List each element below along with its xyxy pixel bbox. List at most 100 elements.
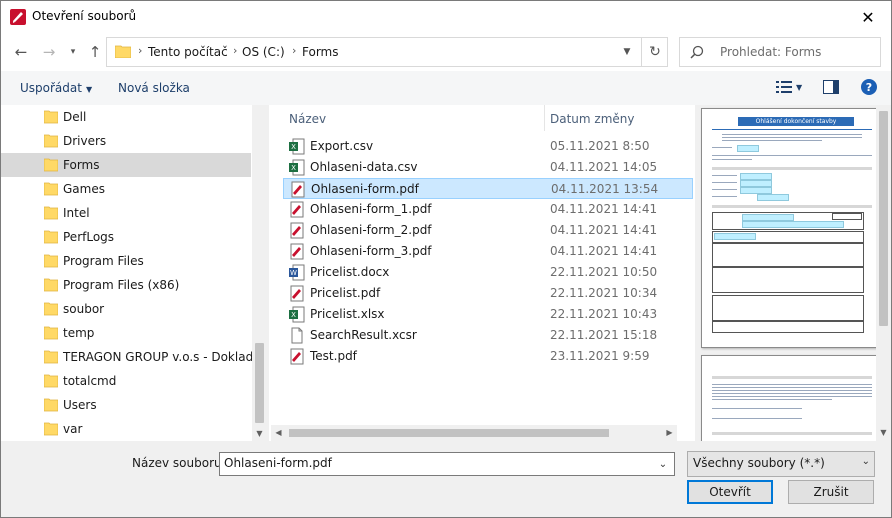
svg-text:X: X — [291, 311, 296, 319]
file-row[interactable]: X Export.csv 05.11.2021 8:50 — [283, 136, 693, 157]
tree-item-soubor[interactable]: soubor — [1, 297, 251, 321]
excel-icon: X — [289, 306, 305, 323]
view-options-icon[interactable] — [776, 80, 792, 94]
scroll-right-arrow-icon[interactable]: ▶ — [662, 425, 677, 440]
preview-scrollbar[interactable]: ▼ — [876, 105, 891, 441]
back-button[interactable]: ← — [11, 41, 31, 63]
tree-item-drivers[interactable]: Drivers — [1, 129, 251, 153]
filetype-select[interactable]: Všechny soubory (*.*) ⌄ — [687, 451, 875, 477]
filename-history-dropdown[interactable]: ⌄ — [654, 455, 672, 473]
file-row[interactable]: W Pricelist.docx 22.11.2021 10:50 — [283, 262, 693, 283]
navigation-pane: Dell Drivers Forms Games Intel PerfLogs … — [1, 105, 267, 441]
tree-item-perflogs[interactable]: PerfLogs — [1, 225, 251, 249]
tree-item-label: Users — [63, 398, 97, 412]
scrollbar-thumb[interactable] — [255, 343, 264, 423]
tree-item-label: Forms — [63, 158, 100, 172]
svg-text:X: X — [291, 164, 296, 172]
scroll-down-arrow-icon[interactable]: ▼ — [252, 426, 267, 441]
organize-button[interactable]: Uspořádat ▼ — [20, 81, 92, 95]
scroll-down-arrow-icon[interactable]: ▼ — [876, 425, 891, 440]
file-date: 04.11.2021 13:54 — [551, 182, 659, 196]
file-row[interactable]: Ohlaseni-form_2.pdf 04.11.2021 14:41 — [283, 220, 693, 241]
tree-item-dell[interactable]: Dell — [1, 105, 251, 129]
file-row-selected[interactable]: Ohlaseni-form.pdf 04.11.2021 13:54 — [283, 178, 693, 199]
file-name: Ohlaseni-form_2.pdf — [310, 223, 432, 237]
recent-locations-button[interactable]: ▾ — [63, 41, 83, 63]
column-header-date[interactable]: Datum změny — [550, 112, 635, 126]
breadcrumb-this-pc[interactable]: Tento počítač — [148, 45, 228, 59]
tree-item-label: Program Files (x86) — [63, 278, 180, 292]
excel-icon: X — [289, 159, 305, 176]
open-button[interactable]: Otevřít — [687, 480, 773, 504]
column-header-name[interactable]: Název — [289, 112, 326, 126]
title-bar: Otevření souborů ✕ — [1, 1, 891, 33]
tree-item-label: Program Files — [63, 254, 144, 268]
folder-icon — [115, 45, 131, 58]
pdf-icon — [290, 285, 304, 302]
file-row[interactable]: Ohlaseni-form_1.pdf 04.11.2021 14:41 — [283, 199, 693, 220]
tree-item-intel[interactable]: Intel — [1, 201, 251, 225]
help-icon[interactable]: ? — [861, 79, 877, 95]
file-row[interactable]: Test.pdf 23.11.2021 9:59 — [283, 346, 693, 367]
navigation-pane-scrollbar[interactable]: ▼ — [252, 105, 267, 441]
scroll-left-arrow-icon[interactable]: ◀ — [271, 425, 286, 440]
open-file-dialog: Otevření souborů ✕ ← → ▾ ↑ › Tento počít… — [0, 0, 892, 518]
folder-icon — [44, 182, 58, 196]
tree-item-label: temp — [63, 326, 95, 340]
preview-page-1: Ohlášení dokončení stavby — [701, 108, 883, 348]
search-icon — [690, 45, 704, 59]
sort-ascending-icon: ^ — [409, 105, 417, 112]
new-folder-button[interactable]: Nová složka — [118, 81, 190, 95]
file-row[interactable]: Pricelist.pdf 22.11.2021 10:34 — [283, 283, 693, 304]
tree-item-program-files-x86[interactable]: Program Files (x86) — [1, 273, 251, 297]
folder-icon — [44, 350, 58, 364]
cancel-button[interactable]: Zrušit — [788, 480, 874, 504]
scrollbar-thumb[interactable] — [879, 111, 888, 326]
tree-item-teragon-group[interactable]: TERAGON GROUP v.o.s - Doklady — [1, 345, 260, 369]
tree-item-forms[interactable]: Forms — [1, 153, 251, 177]
forward-button[interactable]: → — [39, 41, 59, 63]
breadcrumb-forms[interactable]: Forms — [302, 45, 338, 59]
address-history-dropdown[interactable]: ▼ — [615, 38, 639, 66]
tree-item-temp[interactable]: temp — [1, 321, 251, 345]
search-box[interactable]: Prohledat: Forms — [679, 37, 881, 67]
tree-item-program-files[interactable]: Program Files — [1, 249, 251, 273]
breadcrumb-separator: › — [138, 44, 143, 57]
breadcrumb-separator: › — [292, 44, 297, 57]
file-row[interactable]: X Ohlaseni-data.csv 04.11.2021 14:05 — [283, 157, 693, 178]
search-input[interactable]: Prohledat: Forms — [720, 45, 821, 59]
view-options-dropdown[interactable]: ▼ — [796, 83, 802, 92]
tree-item-games[interactable]: Games — [1, 177, 251, 201]
close-icon: ✕ — [861, 7, 875, 27]
chevron-down-icon: ⌄ — [658, 458, 668, 470]
refresh-button[interactable]: ↻ — [641, 38, 668, 66]
caret-down-icon: ▼ — [85, 85, 93, 94]
file-row[interactable]: SearchResult.xcsr 22.11.2021 15:18 — [283, 325, 693, 346]
tree-item-totalcmd[interactable]: totalcmd — [1, 369, 251, 393]
tree-item-label: soubor — [63, 302, 105, 316]
file-list: ^ Název Datum změny X Export.csv 05.11.2… — [269, 105, 695, 441]
preview-pane-icon[interactable] — [823, 80, 839, 94]
tree-item-users[interactable]: Users — [1, 393, 251, 417]
address-bar[interactable]: › Tento počítač › OS (C:) › Forms ▼ ↻ — [106, 37, 668, 67]
scrollbar-thumb[interactable] — [289, 429, 609, 437]
folder-icon — [44, 158, 58, 172]
folder-icon — [44, 254, 58, 268]
filename-input[interactable]: Ohlaseni-form.pdf ⌄ — [219, 452, 675, 476]
file-name: Ohlaseni-form_1.pdf — [310, 202, 432, 216]
up-button[interactable]: ↑ — [85, 41, 105, 63]
tree-item-var[interactable]: var — [1, 417, 251, 441]
close-button[interactable]: ✕ — [845, 1, 891, 33]
file-row[interactable]: Ohlaseni-form_3.pdf 04.11.2021 14:41 — [283, 241, 693, 262]
breadcrumb-drive-c[interactable]: OS (C:) — [242, 45, 285, 59]
tree-item-label: TERAGON GROUP v.o.s - Doklady — [63, 350, 261, 364]
file-name: Pricelist.xlsx — [310, 307, 385, 321]
file-row[interactable]: X Pricelist.xlsx 22.11.2021 10:43 — [283, 304, 693, 325]
file-list-horizontal-scrollbar[interactable]: ◀ ▶ — [271, 425, 677, 441]
column-divider[interactable] — [544, 105, 545, 131]
pdf-icon — [290, 201, 304, 218]
preview-doc-title-text: Ohlášení dokončení stavby — [755, 118, 837, 125]
filetype-value: Všechny soubory (*.*) — [693, 456, 825, 470]
tree-item-label: PerfLogs — [63, 230, 115, 244]
svg-text:W: W — [290, 269, 297, 277]
